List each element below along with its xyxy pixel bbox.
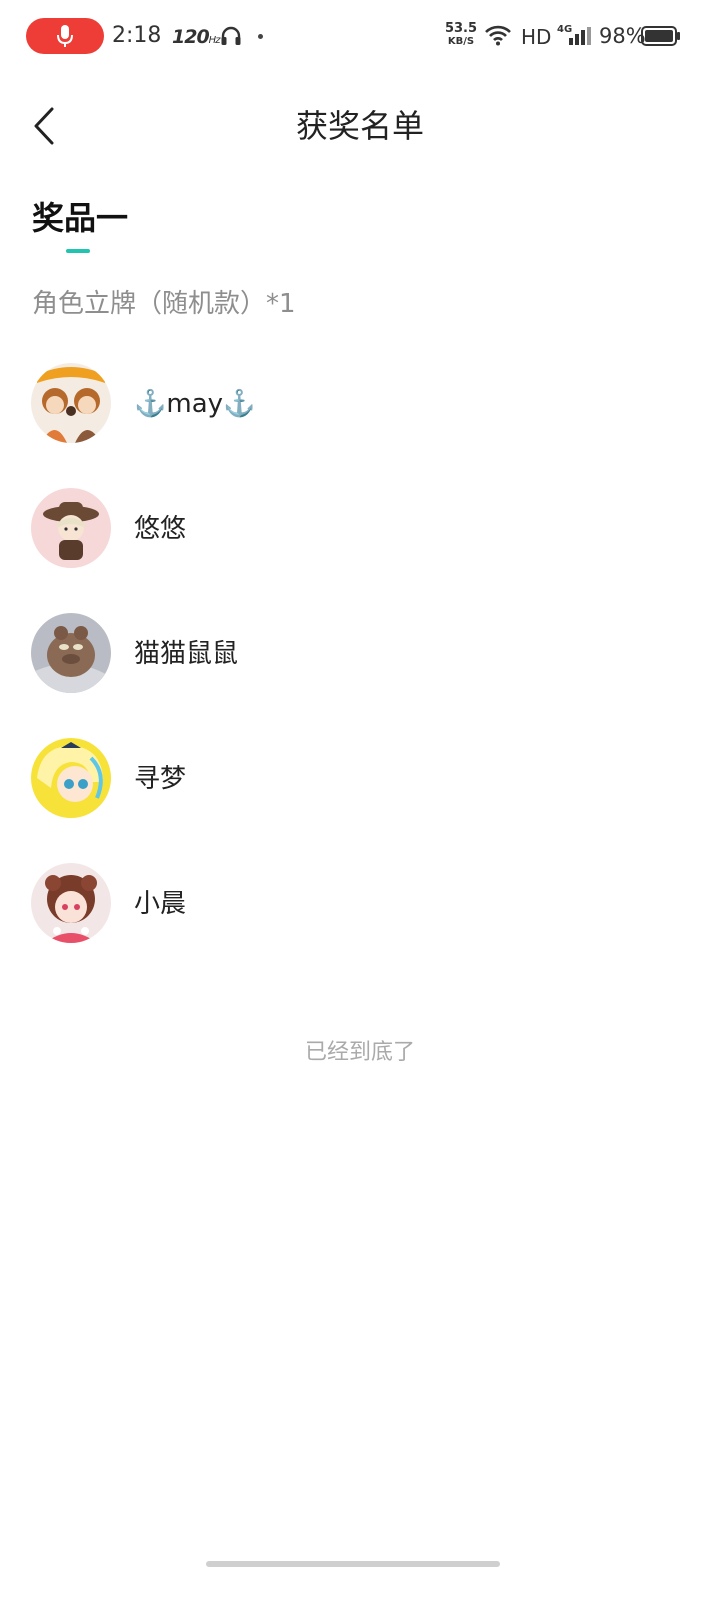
winner-name: 寻梦 [134,764,187,794]
network-speed: 53.5 KB/S [444,21,478,48]
winner-list: ⚓️may⚓️ 悠悠 猫猫鼠鼠 寻梦 小晨 [0,342,720,967]
winner-row[interactable]: ⚓️may⚓️ [0,342,720,467]
status-time: 2:18 [112,23,162,48]
status-bar: 2:18 120Hz 53.5 KB/S HD 4G 98% [0,0,720,74]
tab-label: 奖品一 [32,199,129,237]
winner-row[interactable]: 猫猫鼠鼠 [0,592,720,717]
top-bar: 获奖名单 [0,90,720,162]
winner-name: 悠悠 [134,514,187,544]
wifi-icon [485,25,511,46]
headphones-icon [221,26,241,45]
winner-name: 小晨 [134,889,187,919]
tab-prize-1[interactable]: 奖品一 [32,196,129,253]
signal-icon [569,27,591,45]
mic-icon [57,25,73,47]
prize-description: 角色立牌（随机款）*1 [32,289,296,319]
mic-indicator[interactable] [26,18,104,54]
battery-icon [641,26,680,46]
winner-name: ⚓️may⚓️ [134,389,256,419]
winner-row[interactable]: 小晨 [0,842,720,967]
page-title: 获奖名单 [295,107,424,145]
avatar[interactable] [31,488,111,568]
hd-indicator: HD [521,25,552,49]
winner-row[interactable]: 悠悠 [0,467,720,592]
end-of-list-text: 已经到底了 [304,1040,415,1065]
avatar[interactable] [31,363,111,443]
avatar[interactable] [31,738,111,818]
notification-dot [258,34,263,39]
winner-row[interactable]: 寻梦 [0,717,720,842]
home-indicator[interactable] [206,1561,500,1567]
battery-percent: 98% [599,24,646,48]
avatar[interactable] [31,863,111,943]
avatar[interactable] [31,613,111,693]
refresh-rate: 120Hz [172,26,220,48]
active-tab-indicator [66,249,90,253]
winner-name: 猫猫鼠鼠 [134,639,239,669]
